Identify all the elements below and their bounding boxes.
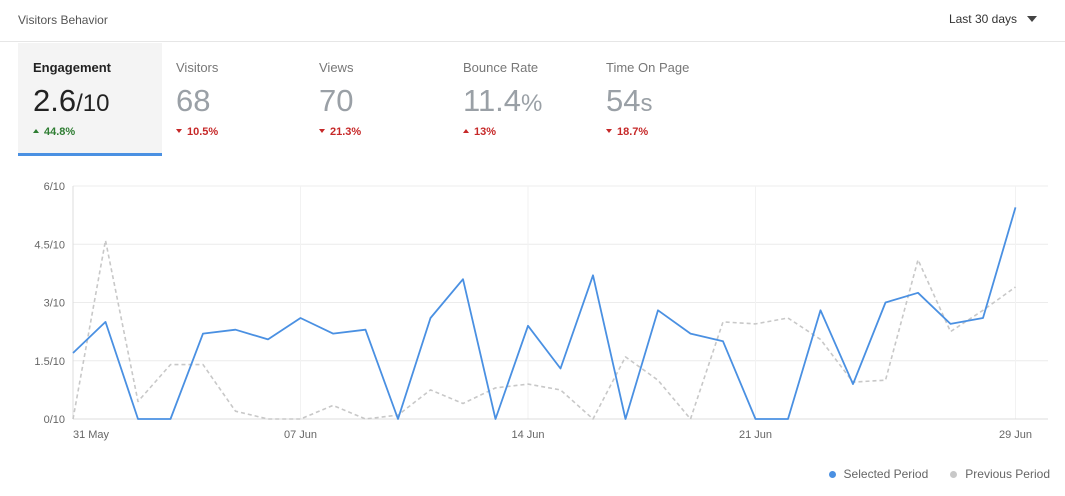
metric-change: 18.7% [606,126,648,138]
metric-value: 54s [606,83,653,118]
x-tick-label: 07 Jun [284,429,317,441]
metric-label: Bounce Rate [463,60,539,75]
metric-value: 2.6/10 [33,83,110,118]
date-range-dropdown[interactable]: Last 30 days [949,12,1037,26]
arrow-up-icon [33,129,39,134]
date-range-label: Last 30 days [948,12,1017,26]
panel-header: Visitors Behavior Last 30 days [0,0,1065,42]
metric-change: 44.8% [33,126,75,138]
metric-label: Engagement [33,60,112,75]
metric-value: 11.4% [463,83,543,118]
y-tick-label: 1.5/10 [34,356,65,368]
y-tick-label: 0/10 [44,414,65,426]
y-tick-label: 6/10 [44,181,65,193]
metric-change: 10.5% [176,126,218,138]
x-tick-label: 31 May [73,429,110,441]
arrow-down-icon [176,129,182,134]
x-tick-label: 14 Jun [511,429,544,441]
tab-visitors[interactable]: Visitors 68 10.5% [161,43,305,156]
y-tick-label: 4.5/10 [34,239,65,251]
legend-item-selected[interactable]: Selected Period [828,467,929,481]
x-tick-label: 21 Jun [739,429,772,441]
arrow-down-icon [606,129,612,134]
metric-change: 21.3% [319,126,361,138]
metric-value: 70 [319,83,354,118]
chevron-down-icon [1027,16,1037,22]
arrow-up-icon [463,129,469,134]
metric-value: 68 [176,83,211,118]
tab-time-on-page[interactable]: Time On Page 54s 18.7% [591,43,735,156]
metric-change: 13% [463,126,496,138]
chart-legend: Selected Period Previous Period [807,467,1050,481]
legend-dot-icon [950,470,958,478]
metric-label: Views [319,60,354,75]
engagement-line-chart: 0/10 1.5/10 3/10 4.5/10 6/10 31 May 07 Jun 14 J… [34,181,1048,441]
tab-views[interactable]: Views 70 21.3% [304,43,448,156]
legend-item-previous[interactable]: Previous Period [950,467,1050,481]
tab-bounce-rate[interactable]: Bounce Rate 11.4% 13% [448,43,592,156]
tab-engagement[interactable]: Engagement 2.6/10 44.8% [18,43,162,156]
legend-label: Selected Period [843,467,929,481]
panel-title: Visitors Behavior [18,13,108,27]
y-tick-label: 3/10 [44,298,65,310]
legend-label: Previous Period [965,467,1050,481]
arrow-down-icon [319,129,325,134]
metric-label: Visitors [176,60,219,75]
x-tick-label: 29 Jun [999,429,1032,441]
metric-label: Time On Page [606,60,690,75]
legend-dot-icon [828,470,836,478]
